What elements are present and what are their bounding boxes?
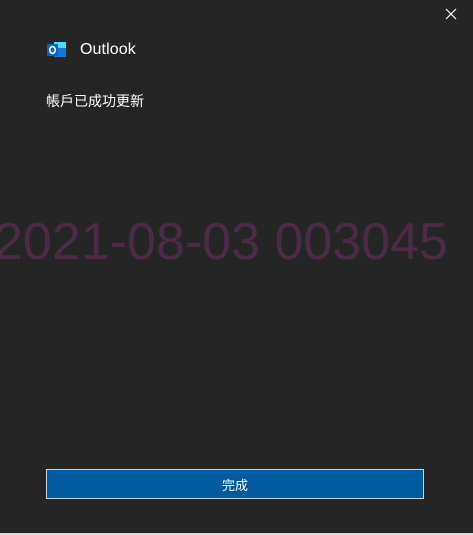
close-icon <box>445 8 457 20</box>
app-name: Outlook <box>80 41 136 58</box>
app-brand: Outlook <box>47 40 136 60</box>
timestamp-watermark: 2021-08-03 003045 <box>0 213 448 271</box>
outlook-logo-icon <box>47 42 66 57</box>
status-message: 帳戶已成功更新 <box>46 94 144 110</box>
close-button[interactable] <box>441 4 461 24</box>
account-updated-dialog: Outlook 帳戶已成功更新 2021-08-03 003045 完成 <box>0 0 473 533</box>
done-button[interactable]: 完成 <box>46 469 424 499</box>
